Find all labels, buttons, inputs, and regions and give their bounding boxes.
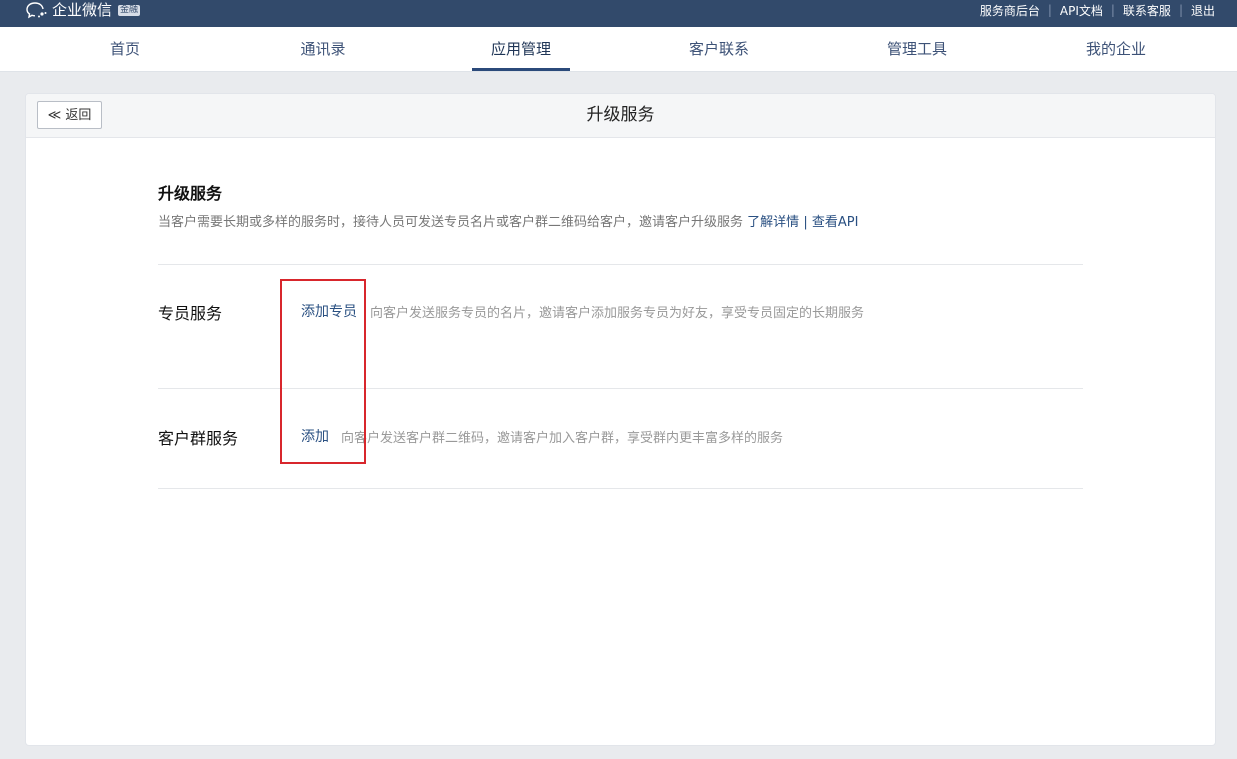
- add-group-link[interactable]: 添加: [301, 426, 329, 446]
- link-separator: |: [803, 215, 808, 230]
- brand-badge: 金融: [118, 4, 141, 16]
- back-button[interactable]: ≪ 返回: [37, 101, 102, 129]
- section-description: 当客户需要长期或多样的服务时，接待人员可发送专员名片或客户群二维码给客户，邀请客…: [158, 211, 858, 230]
- top-link-logout[interactable]: 退出: [1191, 2, 1215, 19]
- main-nav: 首页 通讯录 应用管理 客户联系 管理工具 我的企业: [0, 27, 1237, 72]
- card-header: 升级服务 ≪ 返回: [26, 94, 1215, 138]
- content-card: 升级服务 ≪ 返回 升级服务 当客户需要长期或多样的服务时，接待人员可发送专员名…: [26, 94, 1215, 745]
- row-label-specialist: 专员服务: [158, 304, 223, 323]
- divider: [158, 488, 1083, 489]
- nav-my-company[interactable]: 我的企业: [1066, 27, 1166, 71]
- nav-management-tools[interactable]: 管理工具: [867, 27, 967, 71]
- top-link-support[interactable]: 联系客服: [1123, 2, 1171, 19]
- section-description-text: 当客户需要长期或多样的服务时，接待人员可发送专员名片或客户群二维码给客户，邀请客…: [158, 215, 744, 230]
- add-specialist-link[interactable]: 添加专员: [301, 301, 357, 321]
- learn-more-link[interactable]: 了解详情: [747, 215, 799, 230]
- nav-contacts[interactable]: 通讯录: [273, 27, 373, 71]
- wecom-logo-icon: [26, 2, 47, 19]
- row-desc-specialist: 向客户发送服务专员的名片，邀请客户添加服务专员为好友，享受专员固定的长期服务: [370, 306, 865, 321]
- top-bar: 企业微信 金融 服务商后台 | API文档 | 联系客服 | 退出: [0, 0, 1237, 27]
- brand[interactable]: 企业微信 金融: [26, 0, 141, 20]
- row-desc-group: 向客户发送客户群二维码，邀请客户加入客户群，享受群内更丰富多样的服务: [341, 431, 784, 446]
- divider: |: [1110, 3, 1115, 17]
- divider: |: [1047, 3, 1052, 17]
- section-title: 升级服务: [158, 184, 223, 203]
- nav-home[interactable]: 首页: [75, 27, 175, 71]
- view-api-link[interactable]: 查看API: [812, 215, 859, 230]
- page-title: 升级服务: [586, 105, 655, 125]
- brand-name: 企业微信: [52, 1, 113, 19]
- top-link-provider[interactable]: 服务商后台: [980, 2, 1040, 19]
- divider: |: [1178, 3, 1183, 17]
- nav-customer-contact[interactable]: 客户联系: [669, 27, 769, 71]
- divider: [158, 388, 1083, 389]
- top-link-api-docs[interactable]: API文档: [1060, 2, 1103, 19]
- row-label-group: 客户群服务: [158, 429, 239, 448]
- top-links: 服务商后台 | API文档 | 联系客服 | 退出: [980, 0, 1215, 20]
- nav-app-management[interactable]: 应用管理: [471, 27, 571, 71]
- divider: [158, 264, 1083, 265]
